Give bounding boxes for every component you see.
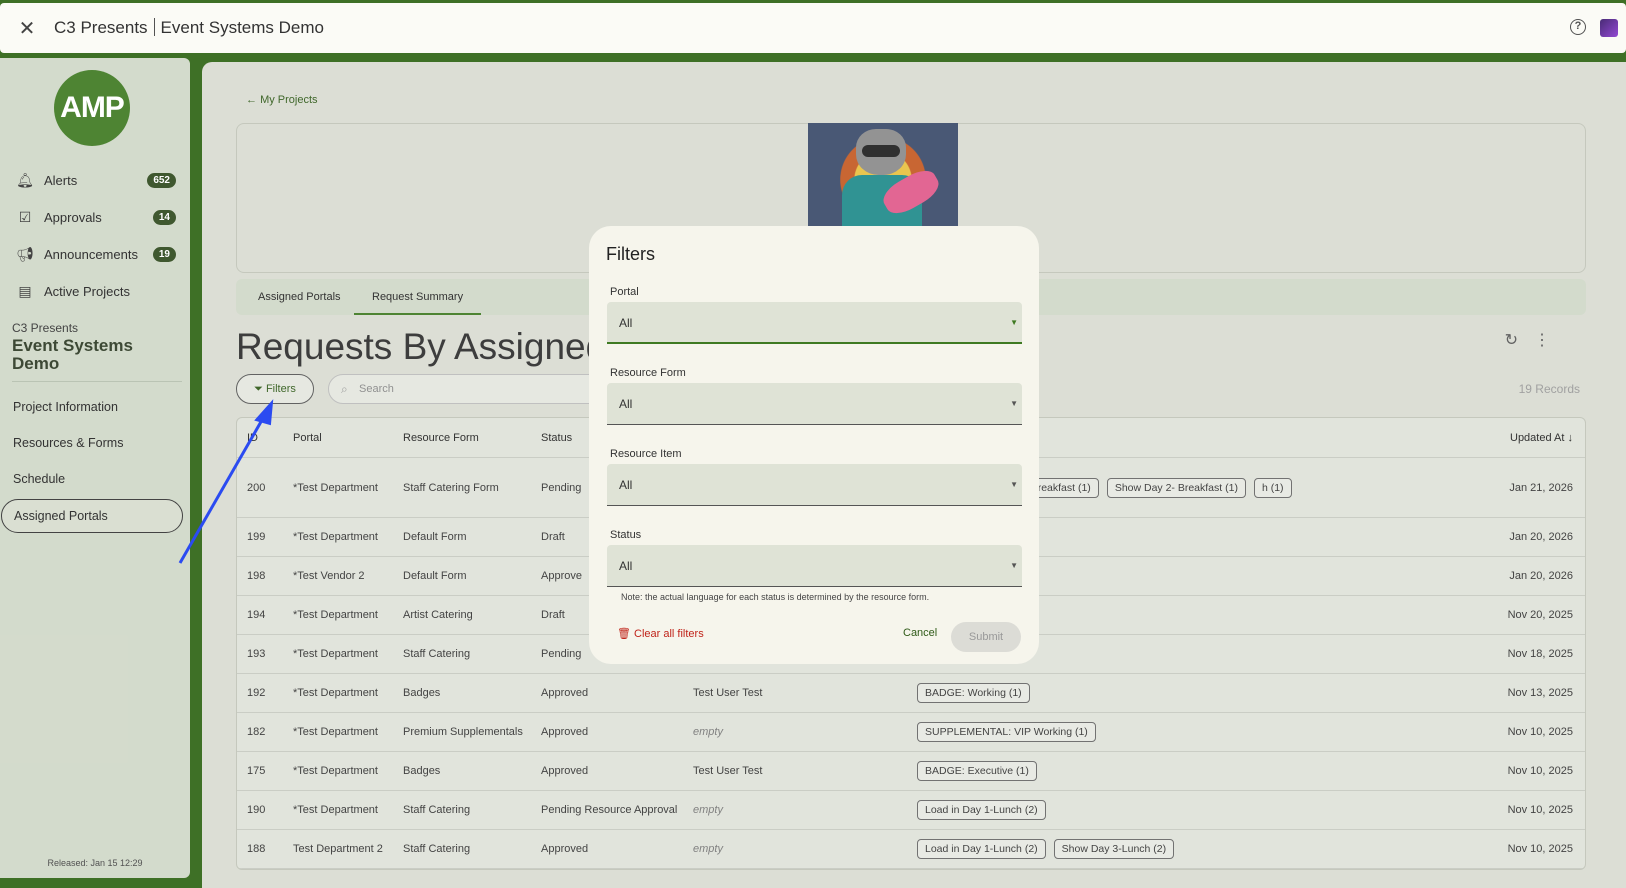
resource-item-label: Resource Item bbox=[610, 448, 682, 460]
resource-item-select[interactable]: All ▼ bbox=[607, 464, 1022, 506]
status-select-value: All bbox=[619, 559, 633, 573]
dropdown-arrow-icon: ▼ bbox=[1010, 561, 1018, 570]
dropdown-arrow-icon: ▼ bbox=[1010, 480, 1018, 489]
resource-form-label: Resource Form bbox=[610, 367, 686, 379]
dropdown-arrow-icon: ▼ bbox=[1010, 318, 1018, 327]
resource-item-select-value: All bbox=[619, 478, 633, 492]
portal-select[interactable]: All ▼ bbox=[607, 302, 1022, 344]
trash-icon: 🗑︎ bbox=[617, 628, 631, 640]
submit-button[interactable]: Submit bbox=[951, 622, 1021, 652]
status-note: Note: the actual language for each statu… bbox=[621, 592, 930, 602]
portal-label: Portal bbox=[610, 286, 639, 298]
cancel-button[interactable]: Cancel bbox=[903, 627, 937, 639]
dropdown-arrow-icon: ▼ bbox=[1010, 399, 1018, 408]
dialog-title: Filters bbox=[606, 244, 655, 264]
portal-select-value: All bbox=[619, 316, 633, 330]
clear-filters-label: Clear all filters bbox=[634, 628, 704, 640]
status-label: Status bbox=[610, 529, 642, 541]
status-select[interactable]: All ▼ bbox=[607, 545, 1022, 587]
filters-dialog: Filters Portal All ▼ Resource Form All ▼ R… bbox=[589, 226, 1039, 664]
resource-form-select[interactable]: All ▼ bbox=[607, 383, 1022, 425]
resource-form-select-value: All bbox=[619, 397, 633, 411]
clear-filters-button[interactable]: 🗑︎ Clear all filters bbox=[617, 627, 704, 640]
